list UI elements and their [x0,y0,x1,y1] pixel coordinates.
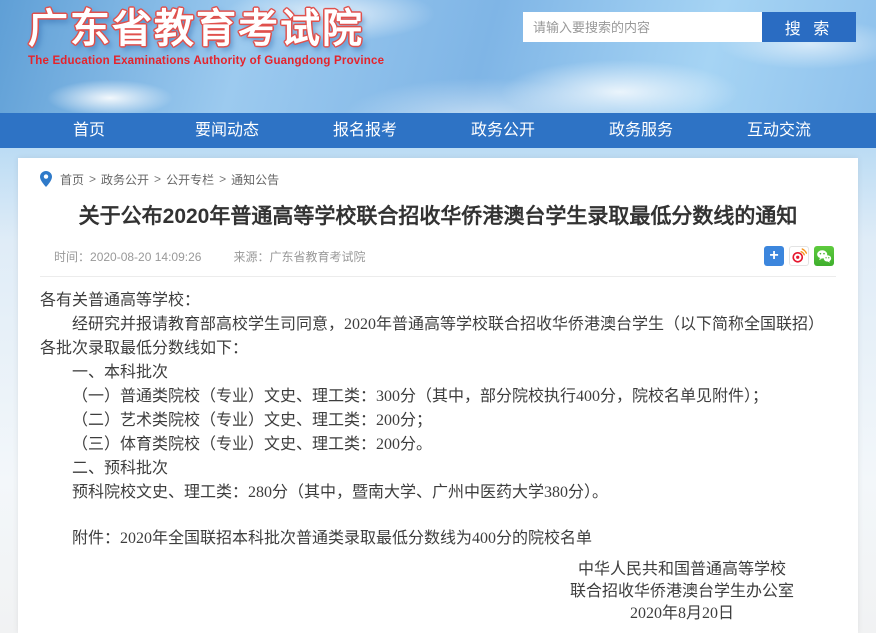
plus-icon: + [769,246,778,266]
paragraph: （一）普通类院校（专业）文史、理工类：300分（其中，部分院校执行400分，院校… [40,385,836,409]
signature-line-2: 联合招收华侨港澳台学生办公室 [570,581,794,603]
site-logo[interactable]: 广东省教育考试院 The Education Examinations Auth… [28,6,384,67]
main-nav: 首页 要闻动态 报名报考 政务公开 政务服务 互动交流 [0,113,876,148]
search-button[interactable]: 搜 索 [762,12,856,42]
site-header: 广东省教育考试院 The Education Examinations Auth… [0,0,876,113]
site-subtitle: The Education Examinations Authority of … [28,55,384,67]
paragraph: 二、预科批次 [40,457,836,481]
breadcrumb-separator: > [154,172,161,186]
page-title: 关于公布2020年普通高等学校联合招收华侨港澳台学生录取最低分数线的通知 [40,202,836,232]
paragraph: 预科院校文史、理工类：280分（其中，暨南大学、广州中医药大学380分）。 [40,481,836,505]
breadcrumb-separator: > [219,172,226,186]
wechat-share-button[interactable] [814,246,834,266]
breadcrumb-item-gov-disclosure[interactable]: 政务公开 [101,171,149,188]
location-pin-icon [40,171,52,187]
search-box: 搜 索 [523,12,856,42]
attachment-line: 附件：2020年全国联招本科批次普通类录取最低分数线为400分的院校名单 [40,527,836,551]
paragraph: 一、本科批次 [40,361,836,385]
signature-date: 2020年8月20日 [570,603,794,625]
breadcrumb-item-columns[interactable]: 公开专栏 [166,171,214,188]
breadcrumb-item-notices[interactable]: 通知公告 [231,171,279,188]
article-meta: 时间：2020-08-20 14:09:26 来源：广东省教育考试院 + [40,246,836,277]
meta-time-value: 2020-08-20 14:09:26 [90,250,201,264]
share-more-button[interactable]: + [764,246,784,266]
meta-source: 来源：广东省教育考试院 [233,248,365,265]
paragraph: 经研究并报请教育部高校学生司同意，2020年普通高等学校联合招收华侨港澳台学生（… [40,313,836,361]
nav-item-gov-services[interactable]: 政务服务 [572,113,710,148]
nav-item-gov-disclosure[interactable]: 政务公开 [434,113,572,148]
paragraph: 各有关普通高等学校： [40,289,836,313]
signature-inner: 中华人民共和国普通高等学校 联合招收华侨港澳台学生办公室 2020年8月20日 [570,559,794,625]
nav-item-home[interactable]: 首页 [20,113,158,148]
nav-item-registration[interactable]: 报名报考 [296,113,434,148]
weibo-icon [790,247,808,265]
weibo-share-button[interactable] [789,246,809,266]
signature-block: 中华人民共和国普通高等学校 联合招收华侨港澳台学生办公室 2020年8月20日 [40,559,836,625]
breadcrumb-separator: > [89,172,96,186]
meta-time-label: 时间： [54,250,90,264]
breadcrumb-item-home[interactable]: 首页 [60,171,84,188]
search-input[interactable] [523,12,762,42]
share-bar: + [764,246,834,266]
content-panel: 首页 > 政务公开 > 公开专栏 > 通知公告 关于公布2020年普通高等学校联… [18,158,858,633]
paragraph: （三）体育类院校（专业）文史、理工类：200分。 [40,433,836,457]
wechat-icon [815,247,833,265]
meta-source-value: 广东省教育考试院 [269,250,365,264]
nav-item-interaction[interactable]: 互动交流 [710,113,848,148]
article-body: 各有关普通高等学校： 经研究并报请教育部高校学生司同意，2020年普通高等学校联… [40,277,836,551]
meta-time: 时间：2020-08-20 14:09:26 [54,248,201,265]
signature-line-1: 中华人民共和国普通高等学校 [570,559,794,581]
meta-source-label: 来源： [233,250,269,264]
nav-item-news[interactable]: 要闻动态 [158,113,296,148]
paragraph: （二）艺术类院校（专业）文史、理工类：200分； [40,409,836,433]
site-title: 广东省教育考试院 [28,6,384,52]
breadcrumb: 首页 > 政务公开 > 公开专栏 > 通知公告 [40,158,836,188]
